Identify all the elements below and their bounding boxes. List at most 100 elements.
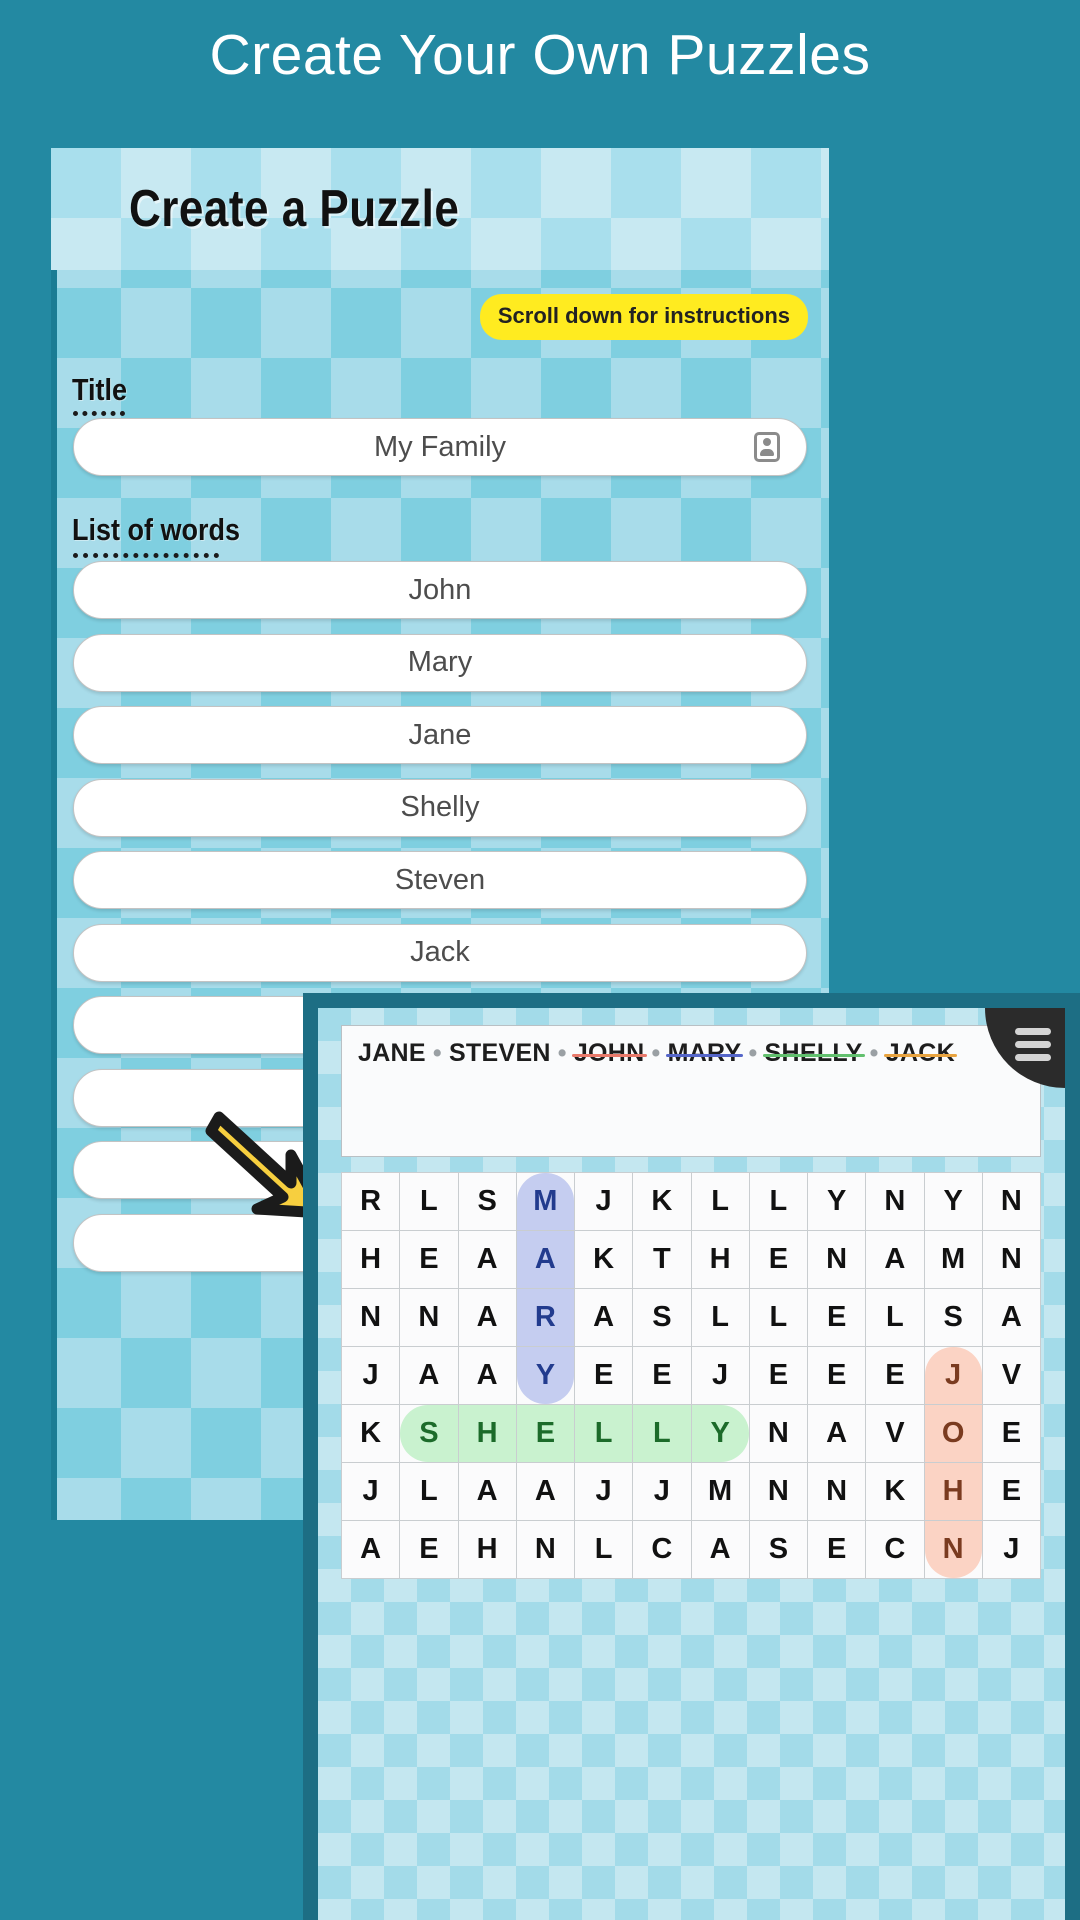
wordsearch-cell[interactable]: R [342,1173,400,1230]
wordsearch-cell[interactable]: L [633,1405,691,1462]
wordsearch-cell-letter: E [652,1359,672,1391]
wordsearch-cell[interactable]: S [400,1405,458,1462]
wordsearch-word-separator: • [869,1039,879,1067]
wordsearch-cell[interactable]: E [982,1405,1040,1462]
word-input-6[interactable]: Jack [73,923,807,982]
wordsearch-cell[interactable]: E [808,1289,866,1346]
wordsearch-cell[interactable]: L [575,1521,633,1578]
wordsearch-cell[interactable]: E [400,1521,458,1578]
scroll-instructions-badge[interactable]: Scroll down for instructions [479,294,808,340]
word-input-4[interactable]: Shelly [73,778,807,837]
wordsearch-cell[interactable]: E [633,1347,691,1404]
wordsearch-cell[interactable]: M [516,1173,574,1230]
wordsearch-cell[interactable]: O [924,1405,982,1462]
word-input-1[interactable]: John [73,561,807,619]
wordsearch-cell[interactable]: A [982,1289,1040,1346]
wordsearch-cell[interactable]: A [458,1347,516,1404]
wordsearch-cell[interactable]: E [866,1347,924,1404]
wordsearch-cell[interactable]: N [808,1231,866,1288]
wordsearch-letter-grid[interactable]: RLSMJKLLYNYNHEAAKTHENAMNNNARASLLELSAJAAY… [341,1172,1041,1579]
wordsearch-cell[interactable]: H [691,1231,749,1288]
wordsearch-cell[interactable]: L [749,1289,807,1346]
wordsearch-cell[interactable]: A [516,1231,574,1288]
wordsearch-cell[interactable]: E [749,1347,807,1404]
wordsearch-cell[interactable]: M [924,1231,982,1288]
wordsearch-cell[interactable]: N [808,1463,866,1520]
wordsearch-cell[interactable]: N [749,1405,807,1462]
wordsearch-cell[interactable]: Y [516,1347,574,1404]
wordsearch-cell[interactable]: N [924,1521,982,1578]
wordsearch-cell[interactable]: A [808,1405,866,1462]
word-input-2[interactable]: Mary [73,633,807,692]
wordsearch-cell[interactable]: L [749,1173,807,1230]
wordsearch-cell[interactable]: H [342,1231,400,1288]
wordsearch-cell[interactable]: E [982,1463,1040,1520]
wordsearch-cell[interactable]: N [400,1289,458,1346]
wordsearch-cell[interactable]: A [866,1231,924,1288]
wordsearch-cell[interactable]: A [458,1231,516,1288]
wordsearch-cell[interactable]: N [982,1231,1040,1288]
wordsearch-cell[interactable]: M [691,1463,749,1520]
wordsearch-cell[interactable]: S [633,1289,691,1346]
wordsearch-cell[interactable]: A [400,1347,458,1404]
contact-card-icon[interactable] [754,432,780,462]
page-headline: Create Your Own Puzzles [209,23,871,87]
wordsearch-cell[interactable]: K [866,1463,924,1520]
wordsearch-cell[interactable]: K [342,1405,400,1462]
title-input[interactable]: My Family [73,418,807,476]
wordsearch-cell[interactable]: L [400,1173,458,1230]
wordsearch-cell[interactable]: C [633,1521,691,1578]
wordsearch-cell[interactable]: J [342,1347,400,1404]
wordsearch-cell[interactable]: A [691,1521,749,1578]
wordsearch-cell[interactable]: L [400,1463,458,1520]
wordsearch-cell[interactable]: J [575,1173,633,1230]
wordsearch-cell[interactable]: A [458,1463,516,1520]
wordsearch-cell[interactable]: H [458,1521,516,1578]
wordsearch-cell[interactable]: J [691,1347,749,1404]
wordsearch-cell[interactable]: S [924,1289,982,1346]
wordsearch-cell[interactable]: L [691,1173,749,1230]
wordsearch-cell-letter: A [418,1359,440,1391]
wordsearch-cell[interactable]: E [749,1231,807,1288]
word-input-3[interactable]: Jane [73,706,807,764]
wordsearch-cell[interactable]: N [749,1463,807,1520]
wordsearch-cell[interactable]: K [633,1173,691,1230]
words-field-label: List of words [72,513,240,547]
wordsearch-cell[interactable]: N [342,1289,400,1346]
wordsearch-cell[interactable]: E [808,1347,866,1404]
wordsearch-cell[interactable]: J [575,1463,633,1520]
wordsearch-cell[interactable]: A [516,1463,574,1520]
wordsearch-cell[interactable]: L [575,1405,633,1462]
wordsearch-cell[interactable]: T [633,1231,691,1288]
wordsearch-cell[interactable]: E [808,1521,866,1578]
wordsearch-cell[interactable]: N [516,1521,574,1578]
wordsearch-cell[interactable]: V [982,1347,1040,1404]
wordsearch-cell[interactable]: S [749,1521,807,1578]
wordsearch-cell[interactable]: A [342,1521,400,1578]
wordsearch-cell[interactable]: L [691,1289,749,1346]
wordsearch-cell[interactable]: V [866,1405,924,1462]
wordsearch-cell[interactable]: Y [691,1405,749,1462]
wordsearch-cell[interactable]: E [400,1231,458,1288]
wordsearch-cell[interactable]: L [866,1289,924,1346]
wordsearch-cell[interactable]: E [516,1405,574,1462]
wordsearch-cell[interactable]: Y [808,1173,866,1230]
wordsearch-cell[interactable]: A [458,1289,516,1346]
wordsearch-cell[interactable]: A [575,1289,633,1346]
wordsearch-cell[interactable]: J [924,1347,982,1404]
wordsearch-cell[interactable]: N [982,1173,1040,1230]
wordsearch-cell[interactable]: E [575,1347,633,1404]
wordsearch-cell[interactable]: J [633,1463,691,1520]
wordsearch-cell[interactable]: K [575,1231,633,1288]
wordsearch-cell[interactable]: S [458,1173,516,1230]
wordsearch-cell[interactable]: H [924,1463,982,1520]
wordsearch-cell[interactable]: C [866,1521,924,1578]
wordsearch-cell[interactable]: J [982,1521,1040,1578]
wordsearch-cell[interactable]: N [866,1173,924,1230]
wordsearch-cell[interactable]: R [516,1289,574,1346]
wordsearch-cell[interactable]: H [458,1405,516,1462]
wordsearch-word-strikethrough [571,1053,647,1057]
wordsearch-cell[interactable]: Y [924,1173,982,1230]
word-input-5[interactable]: Steven [73,851,807,909]
wordsearch-cell[interactable]: J [342,1463,400,1520]
